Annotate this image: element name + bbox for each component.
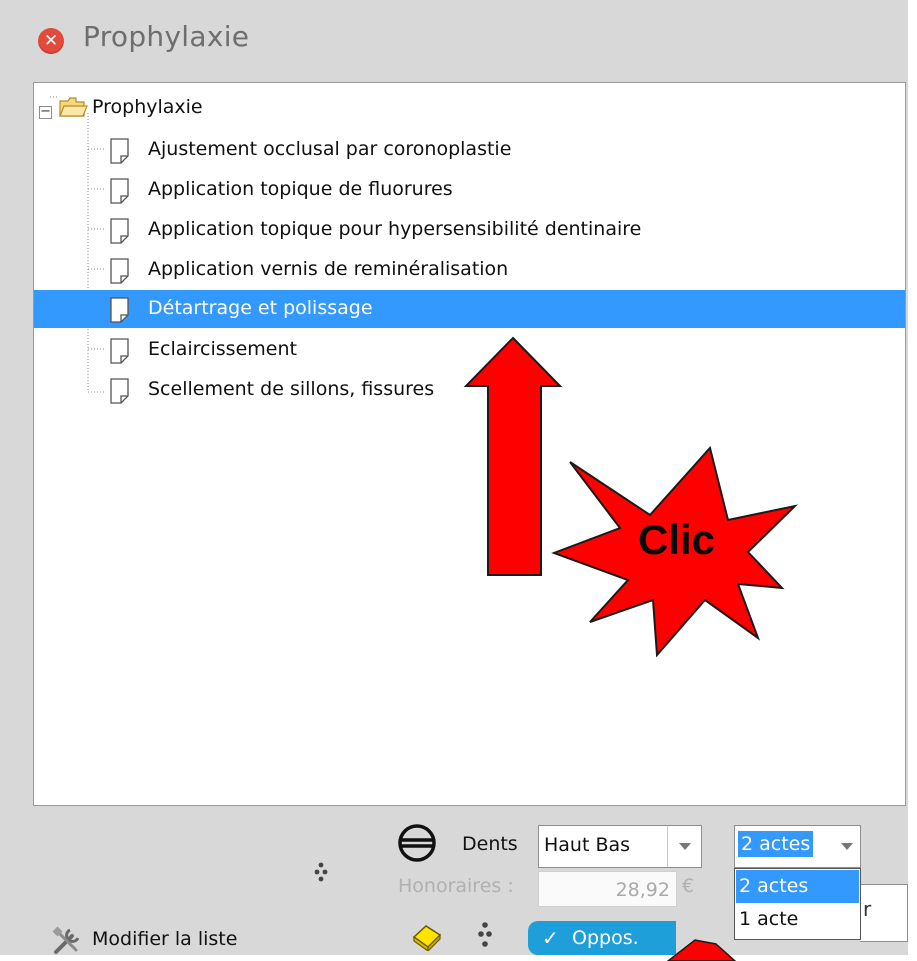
act-tree: − Prophylaxie Ajustement occlusal par co… [33,82,906,806]
tree-root-label: Prophylaxie [92,96,203,118]
tree-item-label: Ajustement occlusal par coronoplastie [148,138,512,160]
folder-open-icon [59,97,88,117]
document-icon [110,378,129,404]
window-title: Prophylaxie [83,20,250,53]
actes-select[interactable]: 2 actes [734,825,861,868]
tree-item-label: Scellement de sillons, fissures [148,378,435,400]
dents-select-value: Haut Bas [544,834,631,856]
tree-item[interactable]: Ajustement occlusal par coronoplastie [34,131,905,169]
hidden-field-glyph: r [863,897,872,921]
tree-item-label: Application topique de fluorures [148,178,453,200]
document-icon [110,138,129,164]
tree-item-label: Eclaircissement [148,338,297,360]
tree-item-label: Application topique pour hypersensibilit… [148,218,642,240]
tree-item[interactable]: Application topique de fluorures [34,171,905,209]
arch-icon [398,824,436,862]
honoraires-field: 28,92 [538,871,677,907]
tree-item-selected[interactable]: Détartrage et polissage [34,290,905,328]
partially-hidden-field[interactable]: r [860,884,908,942]
tree-item[interactable]: Eclaircissement [34,331,905,369]
document-icon [110,258,129,284]
chevron-down-icon[interactable] [667,826,701,867]
dropdown-option[interactable]: 2 actes [736,870,859,903]
close-icon[interactable]: ✕ [38,28,64,54]
title-bar: ✕ Prophylaxie [0,0,908,80]
tooth-dots-icon[interactable] [474,920,496,950]
oppos-button[interactable]: ✓ Oppos. [528,921,676,955]
prophylaxie-window: ✕ Prophylaxie − Prophylaxie Ajustement o… [0,0,917,961]
document-icon [110,297,129,323]
tree-root-node[interactable]: Prophylaxie [34,89,905,127]
currency-symbol: € [682,875,695,897]
bottom-edge [0,955,917,961]
tools-icon [52,926,80,954]
document-icon [110,218,129,244]
tooth-dots-icon [314,862,328,882]
actes-dropdown-list: 2 actes 1 acte [734,868,861,940]
document-icon [110,338,129,364]
modifier-liste-label: Modifier la liste [92,928,238,950]
dents-label: Dents [462,833,518,855]
tree-item-label: Application vernis de reminéralisation [148,258,509,280]
honoraires-label: Honoraires : [398,875,514,897]
dents-select[interactable]: Haut Bas [538,825,702,868]
oppos-label: Oppos. [572,927,639,949]
clic-callout-text: Clic [638,516,716,563]
tree-item[interactable]: Application topique pour hypersensibilit… [34,211,905,249]
checkmark-icon: ✓ [542,926,559,950]
modifier-liste-button[interactable]: Modifier la liste [50,922,270,956]
honoraires-value: 28,92 [615,879,670,901]
actes-select-value: 2 actes [738,831,814,857]
right-edge [908,0,917,961]
document-icon [110,178,129,204]
chevron-down-icon[interactable] [830,826,860,867]
tree-item[interactable]: Application vernis de reminéralisation [34,251,905,289]
eraser-book-icon[interactable] [410,921,444,951]
tree-item-label: Détartrage et polissage [148,297,373,319]
tree-item[interactable]: Scellement de sillons, fissures [34,371,905,409]
dropdown-option[interactable]: 1 acte [736,903,859,936]
